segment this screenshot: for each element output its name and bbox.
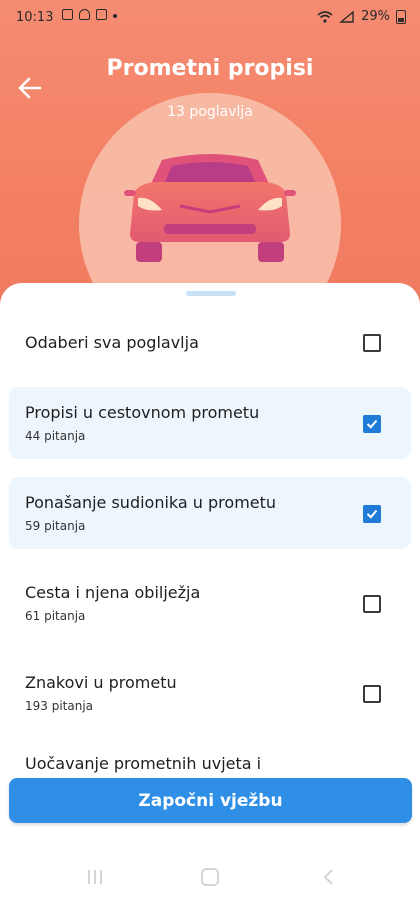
chapter-row[interactable]: Znakovi u prometu 193 pitanja xyxy=(9,657,411,729)
chapter-row[interactable]: Ponašanje sudionika u prometu 59 pitanja xyxy=(9,477,411,549)
recent-apps-icon[interactable] xyxy=(86,868,104,886)
download-notification-icon xyxy=(96,9,107,20)
system-navigation-bar xyxy=(0,860,420,900)
sheet-handle[interactable] xyxy=(186,291,236,296)
chapter-question-count: 44 pitanja xyxy=(25,429,86,443)
chapter-name: Uočavanje prometnih uvjeta i xyxy=(25,754,262,773)
check-icon xyxy=(366,419,378,429)
image-notification-icon xyxy=(62,9,73,20)
wifi-icon xyxy=(317,10,333,23)
check-icon xyxy=(366,509,378,519)
car-icon xyxy=(124,154,296,262)
chapter-checkbox[interactable] xyxy=(363,505,381,523)
select-all-row[interactable]: Odaberi sva poglavlja xyxy=(9,311,411,373)
alarm-notification-icon xyxy=(79,9,90,20)
chapter-question-count: 61 pitanja xyxy=(25,609,86,623)
battery-icon xyxy=(396,9,406,24)
signal-icon xyxy=(339,10,354,23)
chapter-name: Znakovi u prometu xyxy=(25,673,177,692)
chapter-question-count: 59 pitanja xyxy=(25,519,86,533)
home-icon[interactable] xyxy=(201,868,219,886)
page-title: Prometni propisi xyxy=(106,56,314,81)
chapter-name: Propisi u cestovnom prometu xyxy=(25,403,260,422)
status-bar: 10:13 29% xyxy=(0,0,420,34)
select-all-label: Odaberi sva poglavlja xyxy=(25,333,199,352)
select-all-checkbox[interactable] xyxy=(363,334,381,352)
system-back-icon[interactable] xyxy=(322,868,336,886)
chapter-name: Cesta i njena obilježja xyxy=(25,583,201,602)
chapter-checkbox[interactable] xyxy=(363,415,381,433)
notification-icons xyxy=(62,9,117,20)
chapter-count: 13 poglavlja xyxy=(167,104,253,120)
chapter-checkbox[interactable] xyxy=(363,595,381,613)
more-notifications-icon xyxy=(113,14,117,18)
status-right: 29% xyxy=(317,9,406,24)
status-time: 10:13 xyxy=(16,10,54,25)
start-practice-button[interactable]: Započni vježbu xyxy=(9,778,412,823)
chapter-name: Ponašanje sudionika u prometu xyxy=(25,493,277,512)
battery-percent: 29% xyxy=(361,9,390,24)
chapter-question-count: 193 pitanja xyxy=(25,699,94,713)
chapter-row[interactable]: Cesta i njena obilježja 61 pitanja xyxy=(9,567,411,639)
chapter-checkbox[interactable] xyxy=(363,685,381,703)
chapter-row[interactable]: Propisi u cestovnom prometu 44 pitanja xyxy=(9,387,411,459)
